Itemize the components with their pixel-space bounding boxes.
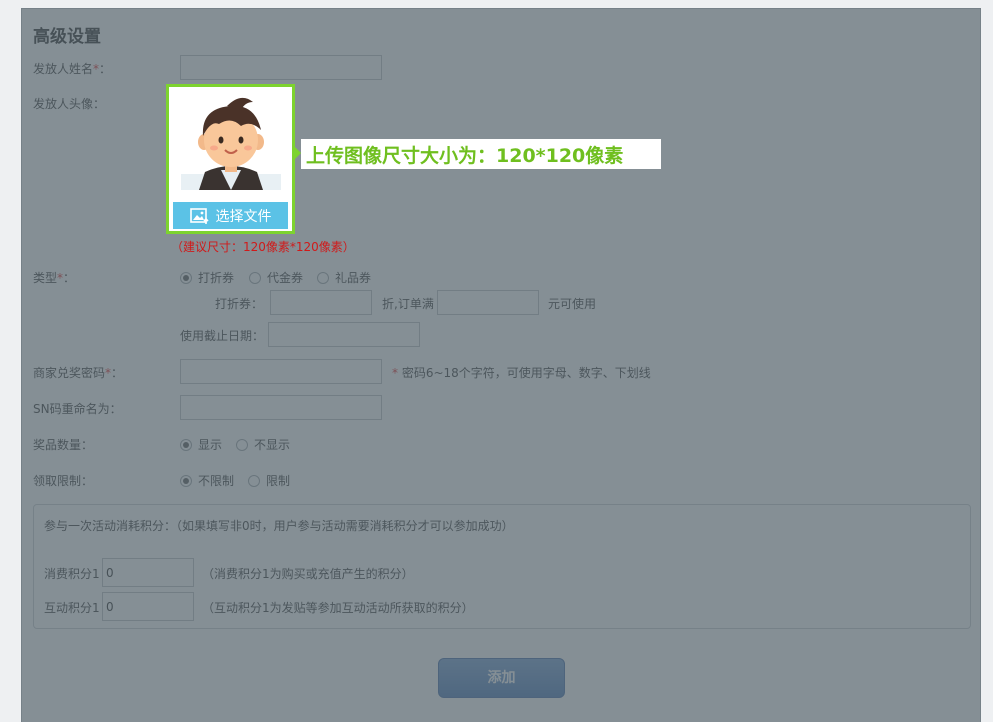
deadline-label: 使用截止日期：	[180, 329, 265, 343]
advanced-settings-panel: 高级设置 发放人姓名*： 发放人头像： 类型*： 打折券 代金券 礼品券 打折券…	[21, 8, 981, 722]
issuer-name-label: 发放人姓名*：	[33, 62, 112, 76]
sn-rename-input[interactable]	[180, 395, 382, 420]
merchant-password-hint: * 密码6~18个字符，可使用字母、数字、下划线	[392, 366, 651, 380]
upload-size-callout: 上传图像尺寸大小为：120*120像素	[301, 139, 661, 169]
issuer-avatar-label: 发放人头像：	[33, 97, 106, 111]
consume-points-label: 消费积分1	[44, 567, 100, 581]
default-avatar	[181, 90, 281, 190]
consume-points-hint: （消费积分1为购买或充值产生的积分）	[202, 567, 414, 581]
radio-checked-icon	[180, 474, 192, 487]
interact-points-hint: （互动积分1为发贴等参加互动活动所获取的积分）	[202, 601, 474, 615]
avatar-person-icon	[181, 90, 281, 190]
prize-count-label: 奖品数量：	[33, 438, 94, 452]
merchant-password-label: 商家兑奖密码*：	[33, 366, 124, 380]
discount-input[interactable]	[270, 290, 372, 315]
points-fieldset: 参与一次活动消耗积分：（如果填写非0时，用户参与活动需要消耗积分才可以参加成功）…	[33, 504, 971, 629]
claim-limit-radio-limited[interactable]: 限制	[248, 472, 290, 489]
sn-rename-label: SN码重命名为：	[33, 402, 122, 416]
order-min-input[interactable]	[437, 290, 539, 315]
order-min-suffix: 元可使用	[548, 297, 597, 311]
select-file-button[interactable]: 选择文件	[173, 202, 288, 229]
issuer-name-input[interactable]	[180, 55, 382, 80]
callout-arrow-icon	[294, 146, 301, 160]
type-radio-discount[interactable]: 打折券	[180, 269, 234, 286]
avatar-upload-box[interactable]: 选择文件	[166, 84, 295, 234]
radio-unchecked-icon	[317, 271, 329, 284]
radio-checked-icon	[180, 438, 192, 451]
discount-suffix: 折,订单满	[382, 297, 434, 311]
consume-points-input[interactable]	[102, 558, 194, 587]
radio-unchecked-icon	[249, 271, 261, 284]
prize-count-radio-hide[interactable]: 不显示	[236, 436, 290, 453]
avatar-size-hint: （建议尺寸：120像素*120像素）	[171, 240, 355, 254]
radio-unchecked-icon	[248, 474, 260, 487]
discount-label: 打折券：	[215, 297, 264, 311]
points-legend: 参与一次活动消耗积分：（如果填写非0时，用户参与活动需要消耗积分才可以参加成功）	[44, 519, 514, 533]
page-title: 高级设置	[33, 27, 101, 47]
type-radio-cash[interactable]: 代金券	[249, 269, 303, 286]
add-button[interactable]: 添加	[438, 658, 565, 698]
claim-limit-radio-unlimited[interactable]: 不限制	[180, 472, 234, 489]
image-upload-icon	[189, 207, 209, 224]
radio-checked-icon	[180, 271, 192, 284]
claim-limit-label: 领取限制：	[33, 474, 94, 488]
interact-points-input[interactable]	[102, 592, 194, 621]
type-radio-gift[interactable]: 礼品券	[317, 269, 371, 286]
prize-count-radio-show[interactable]: 显示	[180, 436, 222, 453]
radio-unchecked-icon	[236, 438, 248, 451]
type-label: 类型*：	[33, 271, 76, 285]
interact-points-label: 互动积分1	[44, 601, 100, 615]
merchant-password-input[interactable]	[180, 359, 382, 384]
deadline-input[interactable]	[268, 322, 420, 347]
